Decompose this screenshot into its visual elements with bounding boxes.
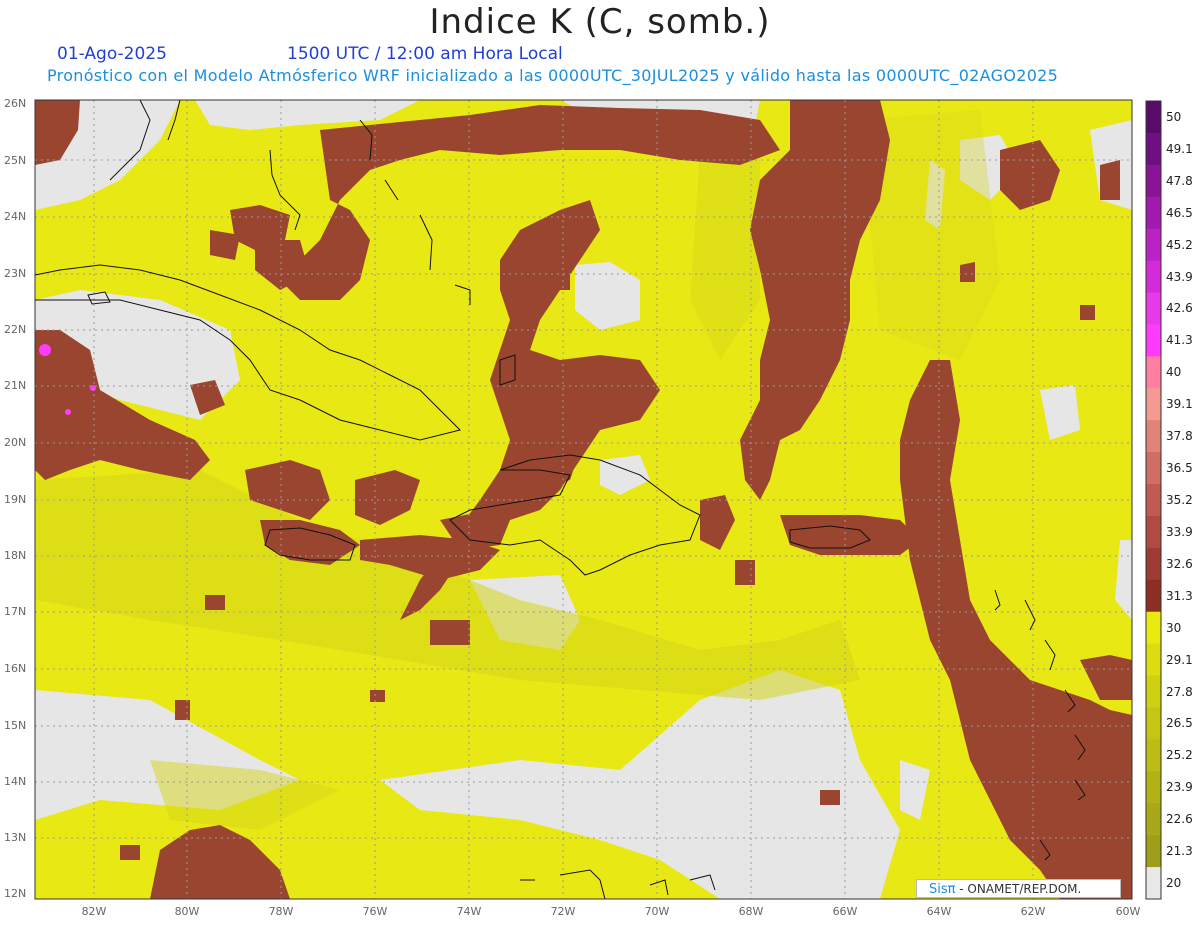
colorbar-label: 30 (1166, 620, 1182, 635)
lon-label: 60W (1115, 905, 1141, 918)
colorbar-label: 35.2 (1166, 493, 1193, 507)
colorbar-swatch (1146, 675, 1161, 708)
lon-label: 76W (362, 905, 388, 918)
colorbar-swatch (1146, 228, 1161, 262)
colorbar-label: 40 (1166, 365, 1182, 380)
lat-label: 14N (4, 775, 27, 788)
lon-label: 78W (268, 905, 294, 918)
colorbar-swatch (1146, 771, 1161, 804)
colorbar-label: 33.9 (1166, 524, 1193, 539)
lon-label: 64W (926, 905, 952, 918)
colorbar-swatch (1146, 484, 1161, 517)
colorbar-swatch (1146, 420, 1161, 453)
lat-label: 25N (4, 154, 27, 167)
lon-label: 74W (456, 905, 482, 918)
lon-label: 72W (550, 905, 576, 918)
colorbar-label: 37.8 (1166, 429, 1193, 444)
colorbar-label: 22.6 (1166, 812, 1193, 827)
colorbar-label: 49.1 (1166, 141, 1193, 156)
colorbar-label: 27.8 (1166, 684, 1193, 699)
lat-label: 24N (4, 210, 27, 223)
credit-brand: Sisπ (929, 882, 956, 897)
colorbar-label: 42.6 (1166, 301, 1193, 316)
colorbar-label: 20 (1166, 876, 1182, 891)
colorbar-label: 47.8 (1166, 173, 1193, 188)
colorbar-swatch (1146, 452, 1161, 485)
lat-label: 19N (4, 493, 27, 506)
lat-label: 21N (4, 379, 27, 392)
colorbar-swatch (1146, 611, 1161, 645)
colorbar-label: 43.9 (1166, 269, 1193, 284)
colorbar-swatch (1146, 101, 1161, 134)
colorbar-swatch (1146, 867, 1161, 900)
lon-label: 66W (832, 905, 858, 918)
colorbar-label: 29.1 (1166, 652, 1193, 667)
colorbar-swatch (1146, 515, 1161, 549)
colorbar-label: 26.5 (1166, 716, 1193, 731)
lat-label: 15N (4, 719, 27, 732)
lat-label: 17N (4, 605, 27, 618)
colorbar-label: 41.3 (1166, 333, 1193, 348)
colorbar-swatch (1146, 643, 1161, 677)
colorbar-label: 21.3 (1166, 844, 1193, 859)
colorbar-swatch (1146, 835, 1161, 868)
lat-label: 20N (4, 436, 27, 449)
colorbar-swatch (1146, 260, 1161, 294)
lon-label: 70W (644, 905, 670, 918)
colorbar-swatch (1146, 739, 1161, 772)
lat-label: 22N (4, 323, 27, 336)
lat-label: 18N (4, 549, 27, 562)
colorbar-swatch (1146, 579, 1161, 613)
colorbar-label: 45.2 (1166, 237, 1193, 252)
colorbar-swatch (1146, 547, 1161, 581)
colorbar-label: 46.5 (1166, 205, 1193, 220)
colorbar-label: 39.1 (1166, 397, 1193, 412)
colorbar (1146, 101, 1161, 900)
colorbar-swatch (1146, 292, 1161, 325)
colorbar-swatch (1146, 707, 1161, 740)
map-svg (34, 99, 1162, 900)
credit-box: Sisπ - ONAMET/REP.DOM. (916, 879, 1121, 898)
colorbar-swatch (1146, 803, 1161, 836)
colorbar-label: 32.6 (1166, 556, 1193, 571)
colorbar-label: 25.2 (1166, 748, 1193, 763)
lat-label: 12N (4, 887, 27, 900)
k-index-field (35, 100, 1132, 899)
colorbar-swatch (1146, 324, 1161, 357)
lat-label: 23N (4, 267, 27, 280)
colorbar-label: 31.3 (1166, 588, 1193, 603)
lon-label: 80W (174, 905, 200, 918)
colorbar-swatch (1146, 388, 1161, 421)
lat-label: 16N (4, 662, 27, 675)
colorbar-label: 23.9 (1166, 780, 1193, 795)
lon-label: 62W (1020, 905, 1046, 918)
lon-label: 68W (738, 905, 764, 918)
lat-label: 26N (4, 97, 27, 110)
lat-label: 13N (4, 831, 27, 844)
colorbar-swatch (1146, 196, 1161, 230)
colorbar-swatch (1146, 132, 1161, 166)
colorbar-label: 50 (1166, 109, 1182, 124)
lon-label: 82W (81, 905, 107, 918)
credit-text: - ONAMET/REP.DOM. (955, 882, 1082, 896)
colorbar-swatch (1146, 356, 1161, 389)
colorbar-label: 36.5 (1166, 461, 1193, 476)
colorbar-swatch (1146, 164, 1161, 198)
